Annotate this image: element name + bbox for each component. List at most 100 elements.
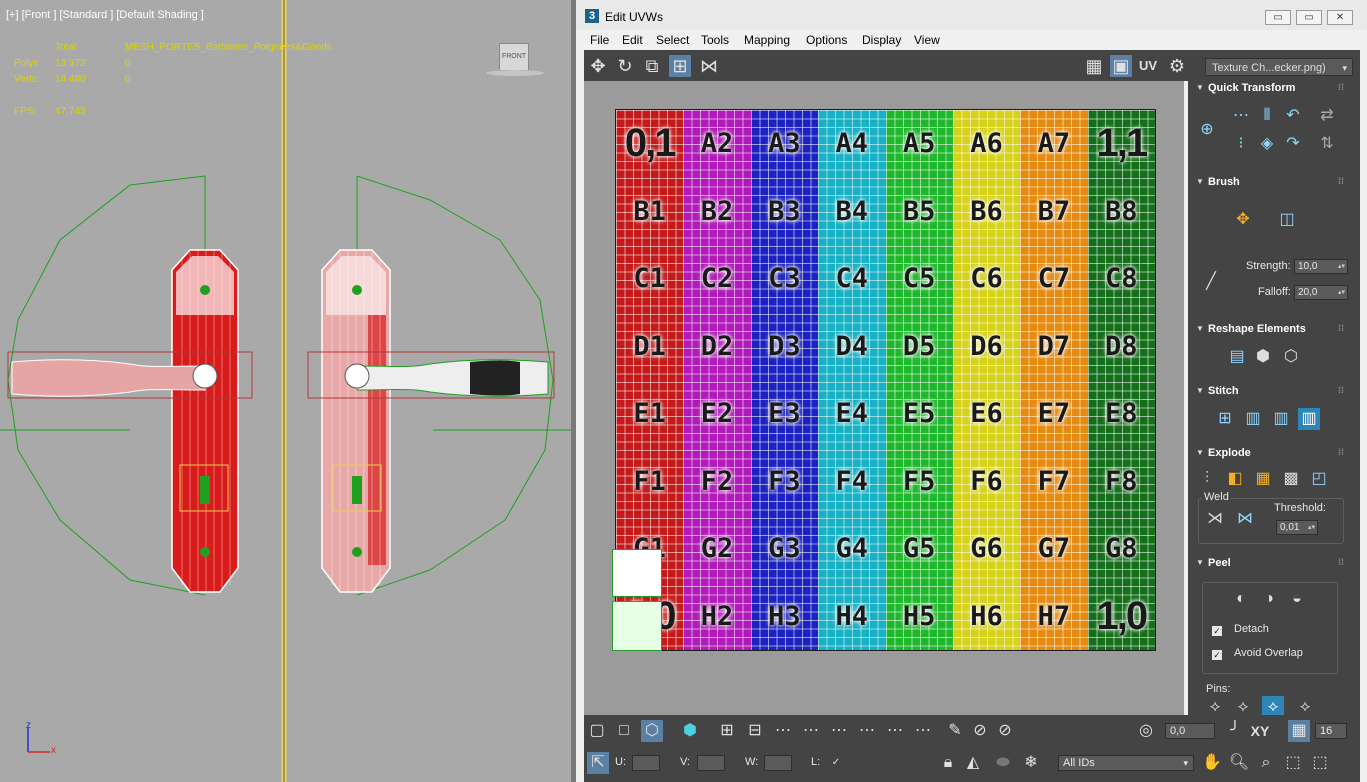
stitch-to-source-icon[interactable]: ▥ bbox=[1242, 408, 1264, 430]
ring-shrink-icon[interactable]: ⋯ bbox=[912, 720, 934, 742]
loop-grow-icon[interactable]: ⋯ bbox=[800, 720, 822, 742]
stitch-to-target-icon[interactable]: ▥ bbox=[1298, 408, 1320, 430]
viewport-label[interactable]: [+] [Front ] [Standard ] [Default Shadin… bbox=[6, 9, 204, 21]
zoom-extents-icon[interactable]: ⬚ bbox=[1282, 752, 1304, 774]
explode-by-polygon-icon[interactable]: ▦ bbox=[1252, 468, 1274, 490]
paint-grow-icon[interactable]: ⊘ bbox=[969, 720, 991, 742]
menu-display[interactable]: Display bbox=[862, 33, 901, 47]
soft-selection-icon[interactable]: ◎ bbox=[1135, 720, 1157, 742]
unpin-icon[interactable]: ⟡ bbox=[1232, 696, 1254, 715]
viewcube-ring[interactable] bbox=[486, 70, 544, 76]
move-icon[interactable]: ✥ bbox=[587, 55, 609, 77]
hide-icon[interactable]: ◭ bbox=[962, 752, 984, 774]
grid-snap-icon[interactable]: ▦ bbox=[1288, 720, 1310, 742]
menu-file[interactable]: File bbox=[590, 33, 609, 47]
snowflake-icon[interactable]: ❄ bbox=[1020, 752, 1042, 774]
rotate-plus-icon[interactable]: ↷ bbox=[1282, 133, 1304, 155]
quick-peel-icon[interactable]: ◐ bbox=[1230, 588, 1252, 610]
reset-peel-icon[interactable]: ◒ bbox=[1286, 588, 1308, 610]
break-icon[interactable]: ◰ bbox=[1308, 468, 1330, 490]
menu-options[interactable]: Options bbox=[806, 33, 847, 47]
loop-shrink-icon[interactable]: ⋯ bbox=[828, 720, 850, 742]
detach-checkbox[interactable]: ✓ bbox=[1212, 626, 1222, 636]
grid-size-field[interactable]: 16 bbox=[1315, 723, 1347, 739]
freeform-move-icon[interactable]: ⇱ bbox=[587, 752, 609, 774]
material-id-select[interactable]: All IDs ▾ bbox=[1058, 755, 1194, 771]
stitch-custom-icon[interactable]: ⊞ bbox=[1214, 408, 1236, 430]
rollout-header[interactable]: ▼ Explode ⁞⁞ bbox=[1190, 446, 1352, 462]
mirror-icon[interactable]: ⋈ bbox=[698, 55, 720, 77]
relax-icon[interactable]: ⬢ bbox=[1252, 346, 1274, 368]
distribute-horizontal-icon[interactable]: ⇄ bbox=[1316, 105, 1338, 127]
rollout-header[interactable]: ▼ Stitch ⁞⁞ bbox=[1190, 384, 1352, 400]
rotate-icon[interactable]: ↻ bbox=[614, 55, 636, 77]
ring-icon[interactable]: ⋯ bbox=[856, 720, 878, 742]
menu-view[interactable]: View bbox=[914, 33, 940, 47]
maximize-button[interactable]: ▭ bbox=[1296, 10, 1322, 25]
pin-icon[interactable]: ⟡ bbox=[1204, 696, 1226, 715]
paint-shrink-icon[interactable]: ⊘ bbox=[994, 720, 1016, 742]
polygon-mode-icon[interactable]: ⬡ bbox=[641, 720, 663, 742]
align-vertical-icon[interactable]: ⦀ bbox=[1256, 105, 1278, 127]
paint-move-brush-icon[interactable]: ✥ bbox=[1232, 209, 1254, 231]
scale-icon[interactable]: ⧉ bbox=[641, 55, 663, 77]
texture-toggle-icon[interactable]: ▣ bbox=[1110, 55, 1132, 77]
stitch-average-icon[interactable]: ▥ bbox=[1270, 408, 1292, 430]
front-viewport[interactable]: [+] [Front ] [Standard ] [Default Shadin… bbox=[0, 0, 571, 782]
rollout-header[interactable]: ▼ Reshape Elements ⁞⁞ bbox=[1190, 322, 1352, 338]
settings-icon[interactable]: ⚙ bbox=[1166, 55, 1188, 77]
strength-spinner[interactable]: 10,0 bbox=[1294, 259, 1348, 274]
w-field[interactable] bbox=[764, 755, 792, 771]
falloff-spinner[interactable]: 20,0 bbox=[1294, 285, 1348, 300]
paint-select-icon[interactable]: ✎ bbox=[944, 720, 966, 742]
texture-select[interactable]: Texture Ch...ecker.png) ▾ bbox=[1205, 58, 1353, 76]
lock-icon[interactable]: 🔒︎ bbox=[937, 752, 959, 774]
peel-mode-icon[interactable]: ◑ bbox=[1258, 588, 1280, 610]
element-mode-icon[interactable]: ⬢ bbox=[679, 720, 701, 742]
minimize-button[interactable]: ▭ bbox=[1265, 10, 1291, 25]
checker-toggle-icon[interactable]: ▦ bbox=[1083, 55, 1105, 77]
edge-mode-icon[interactable]: □ bbox=[613, 720, 635, 742]
cube-icon[interactable]: ⬡ bbox=[1280, 346, 1302, 368]
rollout-header[interactable]: ▼ Brush ⁞⁞ bbox=[1190, 175, 1352, 191]
threshold-spinner[interactable]: 0,01 bbox=[1276, 520, 1318, 535]
zoom-icon[interactable]: 🔍︎ bbox=[1228, 752, 1250, 774]
v-field[interactable] bbox=[697, 755, 725, 771]
explode-by-smoothing-icon[interactable]: ⫶ bbox=[1196, 468, 1218, 490]
ring-grow-icon[interactable]: ⋯ bbox=[884, 720, 906, 742]
uv-island[interactable] bbox=[612, 601, 662, 651]
align-horizontal-icon[interactable]: ⋯ bbox=[1230, 105, 1252, 127]
rollout-header[interactable]: ▼ Peel ⁞⁞ bbox=[1190, 556, 1352, 572]
uv-island[interactable] bbox=[612, 549, 662, 597]
avoid-overlap-checkbox[interactable]: ✓ bbox=[1212, 650, 1222, 660]
viewcube[interactable]: FRONT bbox=[499, 43, 529, 71]
rotate-minus-icon[interactable]: ↶ bbox=[1282, 105, 1304, 127]
zoom-selected-icon[interactable]: ⬚ bbox=[1309, 752, 1331, 774]
lock-check-icon[interactable]: ✓ bbox=[825, 752, 847, 774]
relax-brush-icon[interactable]: ◫ bbox=[1276, 209, 1298, 231]
explode-by-material-icon[interactable]: ◧ bbox=[1224, 468, 1246, 490]
space-horizontal-icon[interactable]: ⁝ bbox=[1230, 133, 1252, 155]
menu-tools[interactable]: Tools bbox=[701, 33, 729, 47]
u-field[interactable] bbox=[632, 755, 660, 771]
shrink-selection-icon[interactable]: ⊟ bbox=[744, 720, 766, 742]
pan-icon[interactable]: ✋ bbox=[1201, 752, 1223, 774]
menu-edit[interactable]: Edit bbox=[622, 33, 643, 47]
auto-pin-icon[interactable]: ⟡ bbox=[1262, 696, 1284, 715]
uv-space-toggle[interactable]: UV bbox=[1137, 55, 1159, 77]
freeze-toggle-icon[interactable]: ⬬ bbox=[992, 752, 1014, 774]
select-pins-icon[interactable]: ⟡ bbox=[1294, 696, 1316, 715]
align-center-icon[interactable]: ◈ bbox=[1256, 133, 1278, 155]
angle-field[interactable]: 0,0 bbox=[1165, 723, 1215, 739]
weld-selected-icon[interactable]: ⋊ bbox=[1204, 508, 1226, 530]
uv-editor-canvas[interactable]: 0,1B1C1D1E1F1G10,0A2B2C2D2E2F2G2H2A3B3C3… bbox=[584, 81, 1184, 715]
loop-icon[interactable]: ⋯ bbox=[772, 720, 794, 742]
distribute-vertical-icon[interactable]: ⇅ bbox=[1316, 133, 1338, 155]
straighten-icon[interactable]: ▤ bbox=[1226, 346, 1248, 368]
title-bar[interactable]: 3 Edit UVWs ▭ ▭ ✕ bbox=[576, 0, 1367, 30]
checker-texture[interactable]: 0,1B1C1D1E1F1G10,0A2B2C2D2E2F2G2H2A3B3C3… bbox=[615, 109, 1156, 651]
zoom-region-icon[interactable]: ⌕ bbox=[1255, 752, 1277, 774]
rollout-header[interactable]: ▼ Quick Transform ⁞⁞ bbox=[1190, 81, 1352, 97]
grow-selection-icon[interactable]: ⊞ bbox=[716, 720, 738, 742]
xy-toggle[interactable]: XY bbox=[1249, 720, 1271, 742]
